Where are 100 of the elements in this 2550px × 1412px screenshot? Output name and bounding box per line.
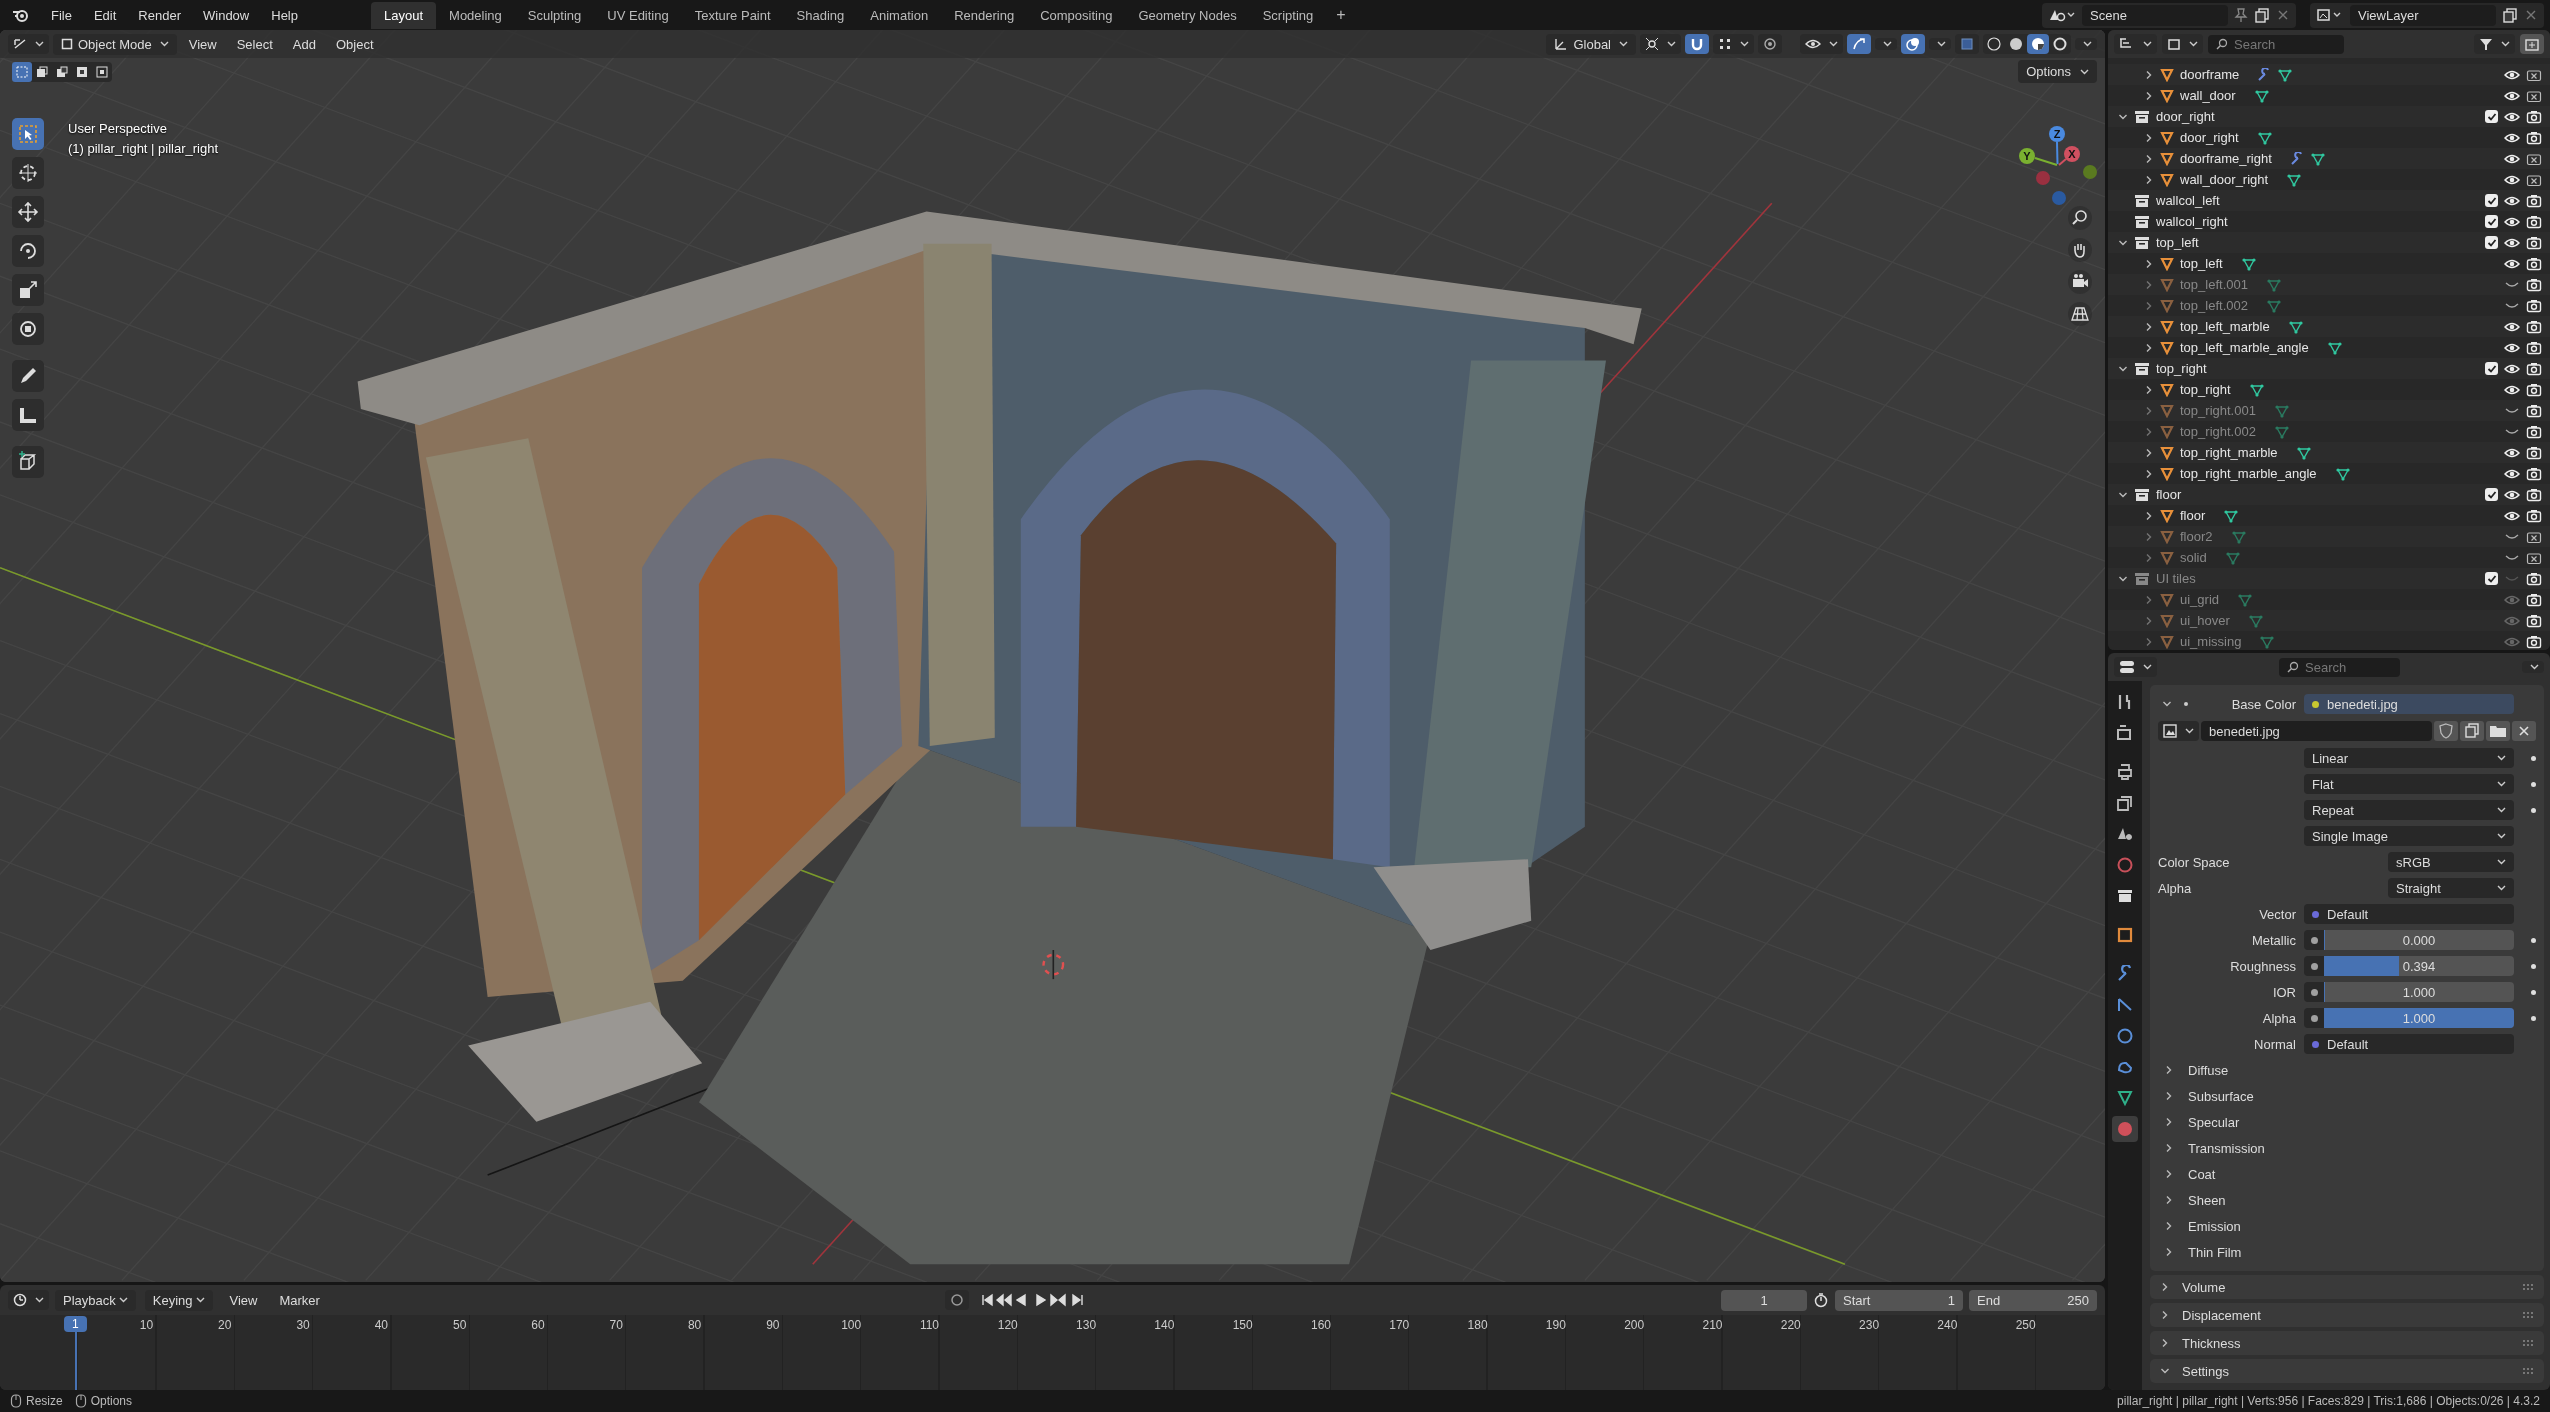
menu-item[interactable]: Render <box>129 3 190 27</box>
menu-item[interactable]: Help <box>262 3 307 27</box>
color-space-dropdown[interactable]: sRGB <box>2388 852 2514 872</box>
end-frame-field[interactable]: End 250 <box>1969 1289 2097 1311</box>
outliner-item-name[interactable]: top_right_marble <box>2180 445 2278 460</box>
menu-item[interactable]: Keying <box>144 1289 213 1311</box>
outliner-row[interactable]: floor2 <box>2108 526 2550 547</box>
workspace-tab[interactable]: UV Editing <box>594 1 682 29</box>
outliner-row[interactable]: wallcol_left <box>2108 190 2550 211</box>
outliner-item-name[interactable]: top_right.002 <box>2180 424 2256 439</box>
subpanel-header[interactable]: Diffuse <box>2158 1059 2229 1081</box>
menu-item[interactable]: Marker <box>271 1289 328 1311</box>
subpanel-header[interactable]: Specular <box>2158 1111 2240 1133</box>
workspace-tab[interactable]: Sculpting <box>514 1 595 29</box>
outliner-item-name[interactable]: top_left <box>2156 235 2199 250</box>
outliner-item-name[interactable]: ui_grid <box>2180 592 2220 607</box>
menu-item[interactable]: View <box>221 1289 266 1311</box>
value-slider[interactable]: 1.000 <box>2324 982 2514 1002</box>
menu-item[interactable]: View <box>180 33 225 55</box>
outliner-item-name[interactable]: top_left.002 <box>2180 298 2248 313</box>
image-option-dropdown[interactable]: Repeat <box>2304 800 2514 820</box>
outliner-item-name[interactable]: doorframe_right <box>2180 151 2272 166</box>
outliner-item-name[interactable]: floor <box>2180 508 2206 523</box>
panel-header[interactable]: Volume <box>2150 1275 2544 1299</box>
workspace-tab[interactable]: Layout <box>371 1 437 29</box>
outliner-item-name[interactable]: top_right.001 <box>2180 403 2256 418</box>
menu-item[interactable]: File <box>42 3 81 27</box>
outliner-row[interactable]: doorframe <box>2108 64 2550 85</box>
search-field[interactable]: Search <box>2279 657 2400 677</box>
outliner-item-name[interactable]: top_left_marble <box>2180 319 2270 334</box>
outliner-item-name[interactable]: ui_missing <box>2180 634 2242 649</box>
workspace-tab[interactable]: Animation <box>857 1 942 29</box>
outliner-row[interactable]: top_right_marble <box>2108 442 2550 463</box>
socket-link-field[interactable]: Default <box>2304 1034 2514 1054</box>
workspace-tab[interactable]: Texture Paint <box>681 1 784 29</box>
subpanel-header[interactable]: Thin Film <box>2158 1241 2242 1263</box>
outliner-item-name[interactable]: top_left_marble_angle <box>2180 340 2309 355</box>
menu-item[interactable]: Object <box>327 33 382 55</box>
outliner-item-name[interactable]: UI tiles <box>2156 571 2196 586</box>
outliner-item-name[interactable]: doorframe <box>2180 67 2240 82</box>
socket-link-field[interactable]: Default <box>2304 904 2514 924</box>
outliner-item-name[interactable]: door_right <box>2156 109 2215 124</box>
alpha-mode-dropdown[interactable]: Straight <box>2388 878 2514 898</box>
image-option-dropdown[interactable]: Linear <box>2304 748 2514 768</box>
value-slider[interactable]: 1.000 <box>2324 1008 2514 1028</box>
outliner-item-name[interactable]: top_left <box>2180 256 2223 271</box>
outliner-row[interactable]: top_right <box>2108 358 2550 379</box>
outliner-item-name[interactable]: wall_door <box>2180 88 2236 103</box>
subpanel-header[interactable]: Subsurface <box>2158 1085 2254 1107</box>
add-workspace-button[interactable]: + <box>1326 2 1356 28</box>
outliner-item-name[interactable]: wallcol_right <box>2156 214 2228 229</box>
outliner-row[interactable]: top_right.001 <box>2108 400 2550 421</box>
outliner-item-name[interactable]: top_right <box>2156 361 2207 376</box>
outliner-item-name[interactable]: floor2 <box>2180 529 2213 544</box>
panel-header[interactable]: Thickness <box>2150 1331 2544 1355</box>
outliner-row[interactable]: top_left <box>2108 232 2550 253</box>
image-option-dropdown[interactable]: Flat <box>2304 774 2514 794</box>
subpanel-header[interactable]: Emission <box>2158 1215 2241 1237</box>
outliner-item-name[interactable]: ui_hover <box>2180 613 2230 628</box>
value-slider[interactable]: 0.000 <box>2324 930 2514 950</box>
outliner-item-name[interactable]: top_right <box>2180 382 2231 397</box>
start-frame-field[interactable]: Start 1 <box>1835 1289 1963 1311</box>
orientation-dropdown[interactable]: Global <box>1546 33 1636 55</box>
workspace-tab[interactable]: Rendering <box>941 1 1028 29</box>
subpanel-header[interactable]: Coat <box>2158 1163 2216 1185</box>
value-slider[interactable]: 0.394 <box>2324 956 2514 976</box>
menu-item[interactable]: Select <box>228 33 281 55</box>
subpanel-header[interactable]: Transmission <box>2158 1137 2265 1159</box>
current-frame-field[interactable]: 1 <box>1721 1289 1807 1311</box>
panel-header[interactable]: Displacement <box>2150 1303 2544 1327</box>
outliner-item-name[interactable]: top_left.001 <box>2180 277 2248 292</box>
scene-field[interactable]: Scene <box>2082 4 2228 26</box>
outliner-row[interactable]: doorframe_right <box>2108 148 2550 169</box>
image-name-field[interactable]: benedeti.jpg <box>2201 721 2432 741</box>
menu-item[interactable]: Playback <box>55 1289 136 1311</box>
workspace-tab[interactable]: Compositing <box>1027 1 1126 29</box>
outliner-row[interactable]: UI tiles <box>2108 568 2550 589</box>
workspace-tab[interactable]: Shading <box>783 1 858 29</box>
menu-item[interactable]: Window <box>194 3 259 27</box>
menu-item[interactable]: Add <box>284 33 324 55</box>
outliner-item-name[interactable]: solid <box>2180 550 2207 565</box>
workspace-tab[interactable]: Geometry Nodes <box>1125 1 1250 29</box>
outliner-item-name[interactable]: top_right_marble_angle <box>2180 466 2317 481</box>
outliner-item-name[interactable]: wallcol_left <box>2156 193 2220 208</box>
workspace-tab[interactable]: Modeling <box>436 1 515 29</box>
view-layer-field[interactable]: ViewLayer <box>2350 4 2496 26</box>
z-axis-handle[interactable]: Z <box>2049 126 2065 165</box>
outliner-row[interactable]: door_right <box>2108 106 2550 127</box>
outliner-row[interactable]: top_left.001 <box>2108 274 2550 295</box>
base-color-field[interactable]: benedeti.jpg <box>2304 694 2514 714</box>
panel-header[interactable]: Settings <box>2150 1359 2544 1383</box>
options-dropdown[interactable]: Options <box>2018 60 2097 83</box>
image-option-dropdown[interactable]: Single Image <box>2304 826 2514 846</box>
outliner-item-name[interactable]: door_right <box>2180 130 2239 145</box>
menu-item[interactable]: Edit <box>84 3 126 27</box>
outliner-item-name[interactable]: wall_door_right <box>2180 172 2269 187</box>
outliner-row[interactable]: ui_hover <box>2108 610 2550 631</box>
playhead-frame-badge[interactable]: 1 <box>64 1316 87 1332</box>
outliner-item-name[interactable]: floor <box>2156 487 2182 502</box>
y-axis-handle[interactable]: Y <box>2019 148 2058 166</box>
